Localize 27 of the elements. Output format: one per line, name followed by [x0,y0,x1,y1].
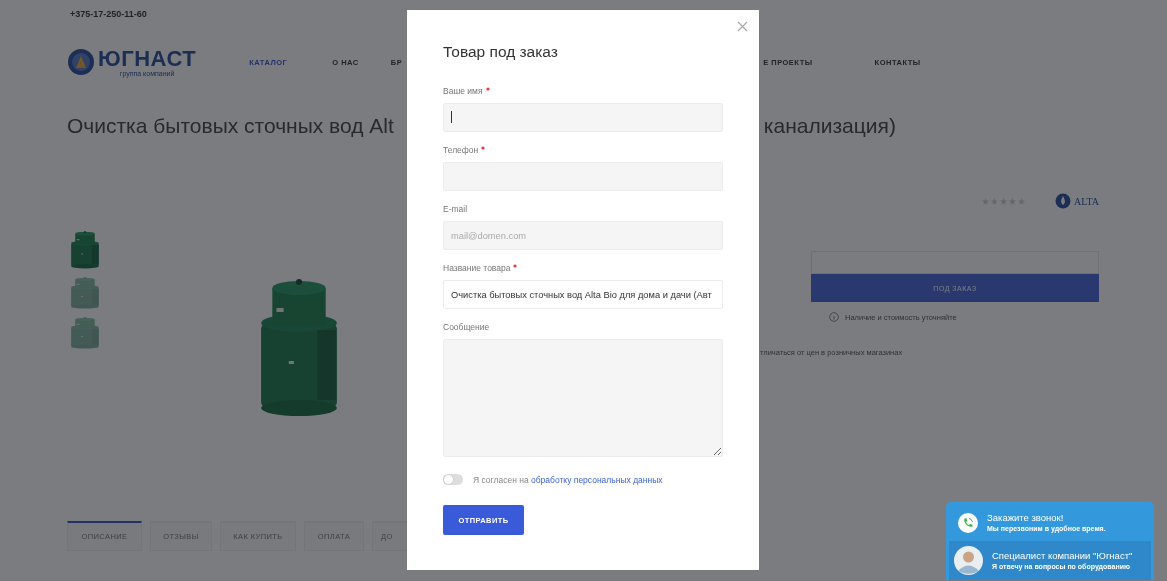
phone-number[interactable]: +375-17-250-11-60 [70,9,147,19]
close-icon[interactable] [737,21,748,32]
privacy-link[interactable]: обработку персональных данных [531,474,663,485]
avatar-icon[interactable] [954,546,983,575]
logo-name: ЮГНАСТ [98,47,197,70]
quantity-field[interactable] [811,251,1099,274]
drop-icon [1055,193,1072,209]
field-label: Сообщение [443,321,490,334]
field-label: Название товара [443,262,511,275]
input-field[interactable]: Очистка бытовых сточных вод Alta Bio для дома и дачи (Авт [443,280,723,309]
dialog-title: Товар под заказ [443,42,559,62]
brand-logo-text: ALTA [1074,195,1099,207]
globe-icon [67,48,95,76]
toggle-switch[interactable] [443,474,463,485]
phone-icon[interactable] [958,513,978,533]
field-label: Телефон [443,144,479,157]
field-label: Ваше имя [443,85,483,98]
consent-text: Я согласен на обработку персональных данных [473,474,663,485]
field-label: E-mail [443,203,468,216]
widget-title[interactable]: Специалист компании "Югнаст" [992,549,1133,562]
page-title: Очистка бытовых сточных вод Alt [67,114,394,138]
info-icon [829,312,839,322]
widget-title[interactable]: Закажите звонок! [987,512,1106,524]
message-field[interactable] [443,339,723,457]
input-field[interactable] [443,103,723,132]
input-field[interactable]: mail@domen.com [443,221,723,250]
page-title: канализация) [763,114,896,138]
